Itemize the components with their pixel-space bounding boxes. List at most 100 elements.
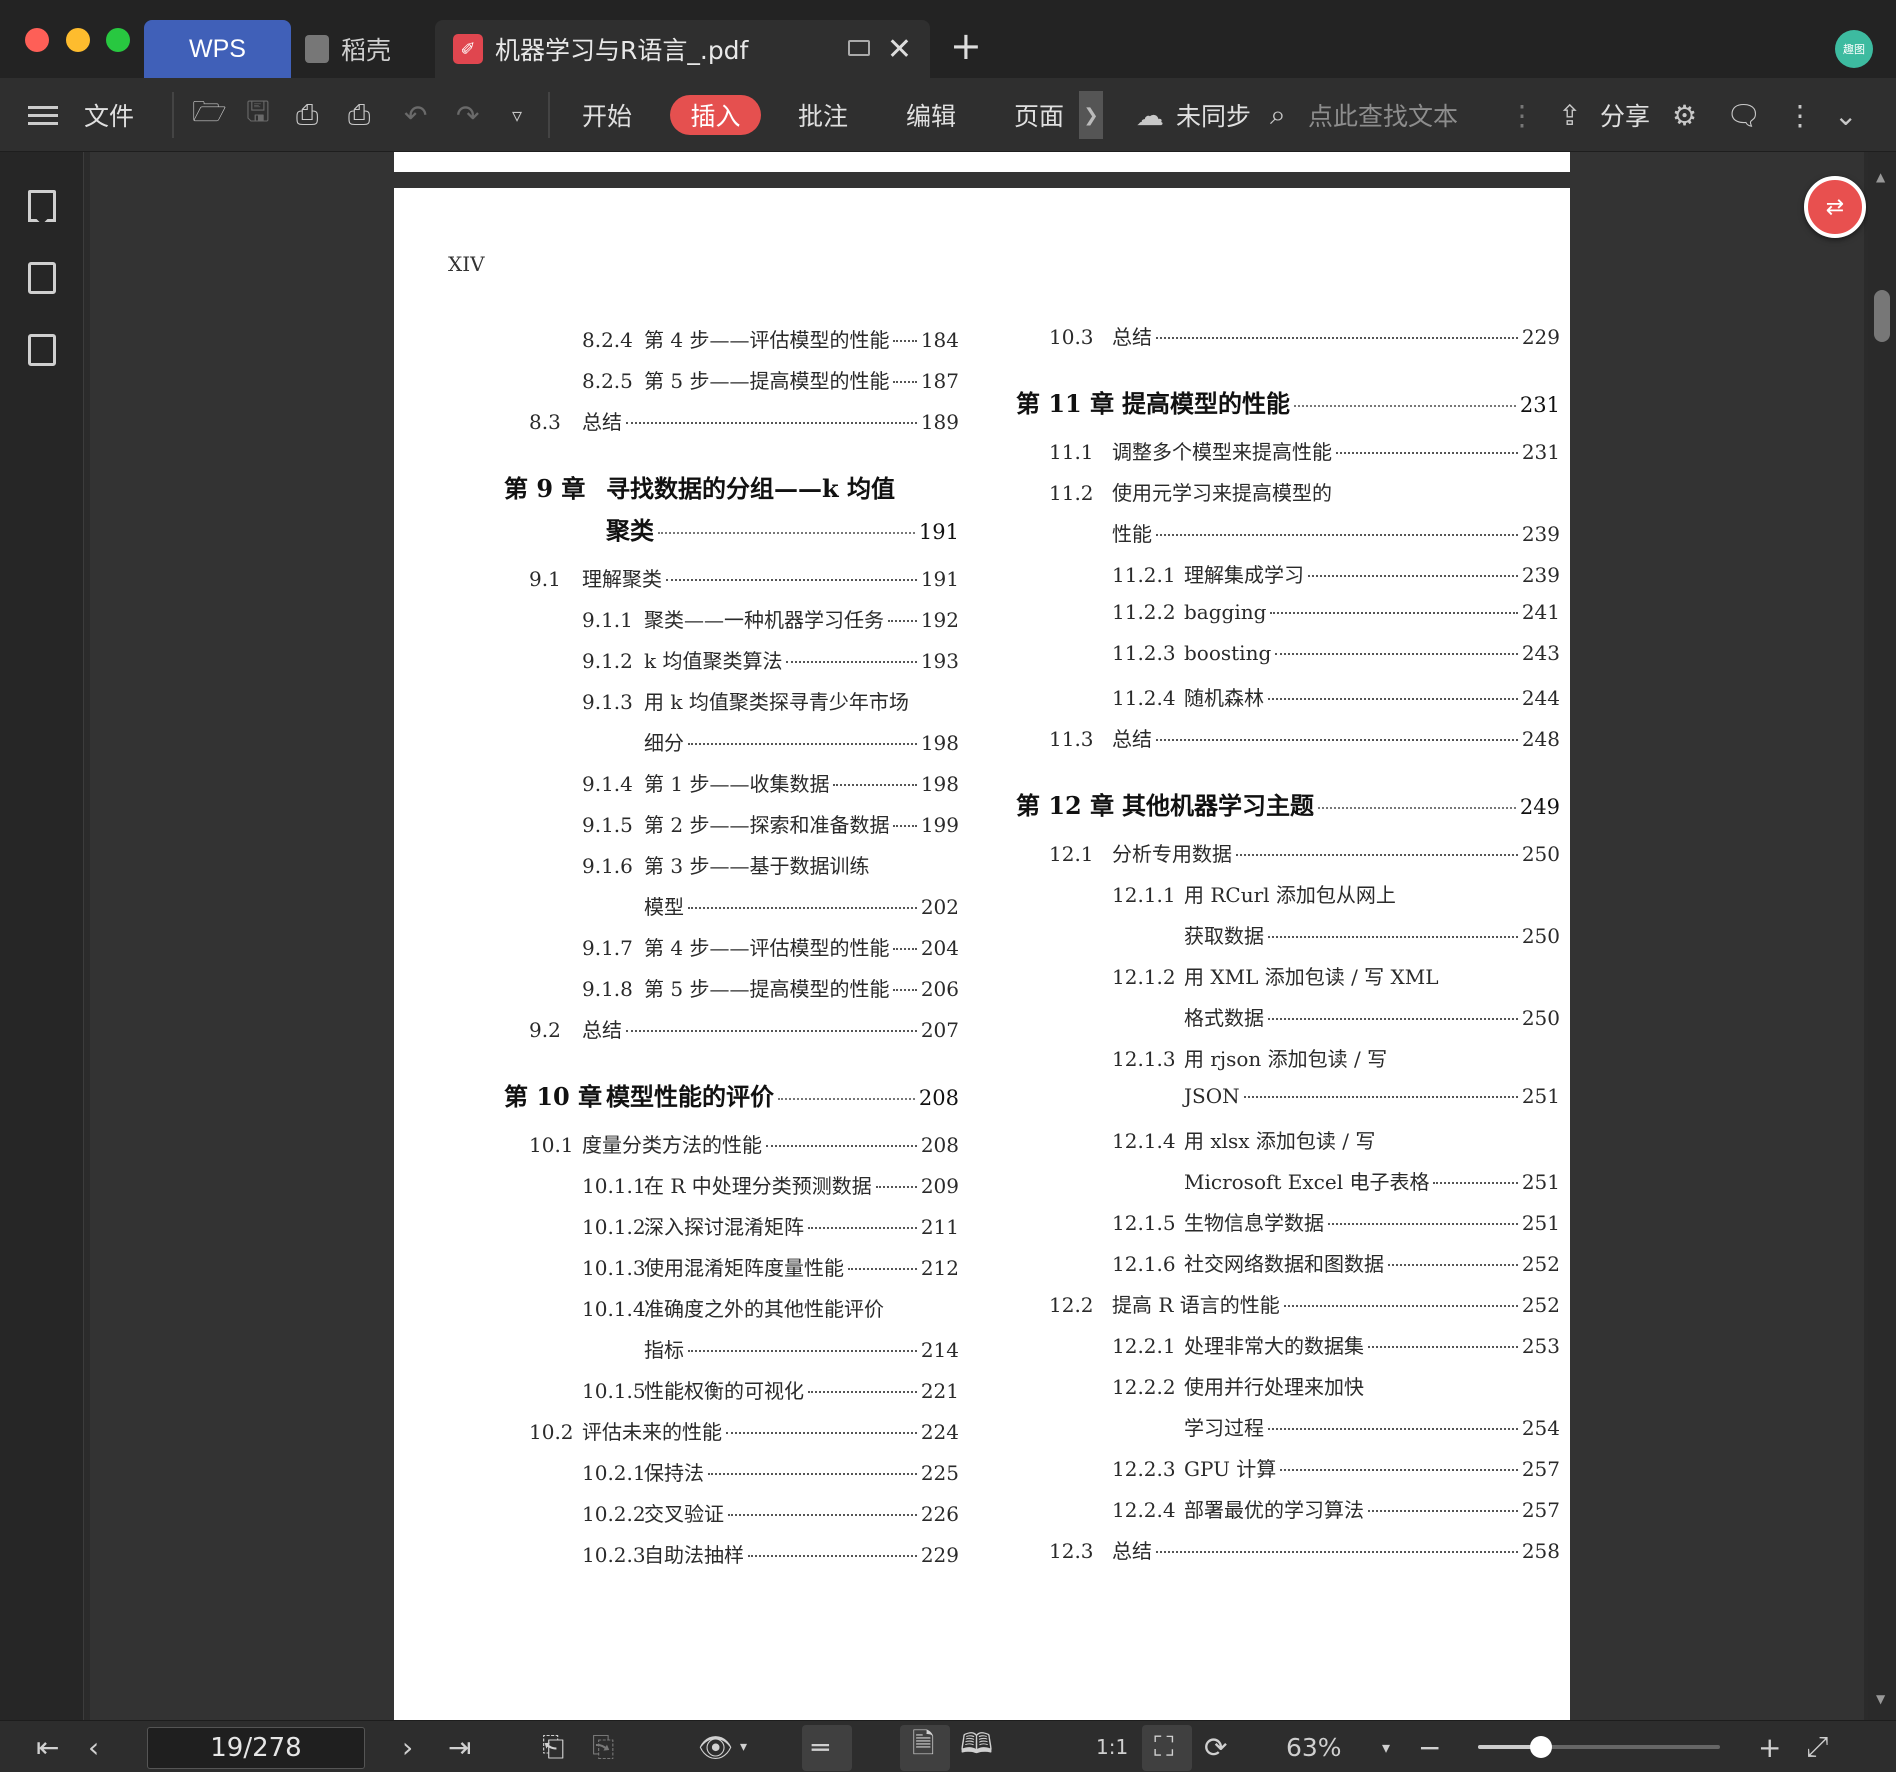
share-button[interactable]: 分享 (1600, 78, 1650, 152)
forward-icon[interactable]: ⎘ (592, 1721, 614, 1772)
toc-number: 11.2.4 (1112, 686, 1176, 710)
thumbnails-icon[interactable] (28, 262, 56, 294)
toc-title: 总结 (1112, 1539, 1152, 1563)
actual-size-icon[interactable]: 1:1 (1096, 1721, 1128, 1772)
toc-leader-dots (748, 1555, 917, 1557)
settings-gear-icon[interactable]: ⚙ (1672, 78, 1697, 152)
screen-icon[interactable] (848, 40, 870, 56)
toc-title: 总结 (582, 1018, 622, 1042)
search-icon[interactable]: ⌕ (1270, 78, 1286, 152)
first-page-icon[interactable]: ⇤ (36, 1721, 59, 1772)
last-page-icon[interactable]: ⇥ (448, 1721, 471, 1772)
more-vertical-icon[interactable]: ⋮ (1508, 78, 1536, 152)
vertical-scrollbar[interactable]: ▲ ▼ (1868, 152, 1896, 1720)
toc-page-number: 224 (920, 1420, 959, 1444)
document-viewport[interactable]: XIV 8.2.4 第 4 步——评估模型的性能 184 8.2.5 第 5 步——提高… (90, 152, 1864, 1720)
sync-status[interactable]: 未同步 (1176, 78, 1251, 152)
zoom-in-icon[interactable]: + (1758, 1721, 1781, 1772)
toc-leader-dots (1318, 807, 1516, 809)
zoom-dropdown-icon[interactable]: ▾ (1382, 1721, 1390, 1772)
dual-page-icon[interactable]: 🕮 (960, 1721, 993, 1772)
toc-entry: 10.1.5 性能权衡的可视化 221 (582, 1375, 959, 1409)
convert-pdf-button[interactable]: ⇄ (1804, 176, 1866, 238)
tab-home[interactable]: 开始 (582, 78, 632, 152)
toc-leader-dots (1268, 1428, 1518, 1430)
continuous-scroll-icon[interactable]: ═ (812, 1721, 829, 1772)
share-icon[interactable]: ⇪ (1558, 78, 1581, 152)
toc-title: 使用并行处理来加快 (1184, 1375, 1364, 1399)
redo-icon[interactable]: ↷ (456, 78, 479, 152)
file-menu-button[interactable]: 文件 (84, 78, 134, 152)
toc-leader-dots (1294, 405, 1516, 407)
zoom-window-button[interactable] (106, 28, 130, 52)
zoom-out-icon[interactable]: − (1418, 1721, 1441, 1772)
minimize-window-button[interactable] (66, 28, 90, 52)
print-icon[interactable]: ⎙ (296, 78, 318, 152)
undo-icon[interactable]: ↶ (404, 78, 427, 152)
tab-insert[interactable]: 插入 (670, 95, 761, 135)
tab-annotate[interactable]: 批注 (798, 78, 848, 152)
rotate-icon[interactable]: ⟳ (1204, 1721, 1227, 1772)
toc-title: 理解集成学习 (1184, 563, 1304, 587)
toc-title: 部署最优的学习算法 (1184, 1498, 1364, 1522)
page-number-input[interactable] (147, 1727, 365, 1769)
more-options-icon[interactable]: ⋮ (1786, 78, 1814, 152)
eye-mode-dropdown-icon[interactable]: ▾ (740, 1721, 747, 1772)
toc-title: 第 2 步——探索和准备数据 (644, 813, 890, 837)
toc-page-number: 198 (920, 772, 959, 796)
print-preview-icon[interactable]: ⎙ (348, 78, 370, 152)
collapse-chevron-icon[interactable]: ⌄ (1834, 78, 1857, 152)
toc-number: 11.2.2 (1112, 600, 1176, 624)
scroll-up-arrow-icon[interactable]: ▲ (1876, 170, 1885, 184)
cloud-sync-icon[interactable]: ☁ (1136, 78, 1164, 152)
toc-entry: 细分 198 (582, 727, 959, 761)
avatar[interactable]: 趣图 (1835, 30, 1873, 68)
next-page-icon[interactable]: › (402, 1721, 413, 1772)
bookmark-icon[interactable] (28, 190, 56, 222)
scrollbar-thumb[interactable] (1874, 290, 1890, 342)
toc-title: k 均值聚类算法 (644, 649, 783, 673)
toc-entry: 10.1.1 在 R 中处理分类预测数据 209 (582, 1170, 959, 1204)
tab-wps[interactable]: WPS (144, 20, 291, 78)
toc-entry: 12.2.4 部署最优的学习算法 257 (1112, 1494, 1560, 1528)
menu-icon[interactable] (28, 78, 60, 152)
zoom-level[interactable]: 63% (1286, 1721, 1342, 1772)
toc-entry: 9.2 总结 207 (529, 1014, 959, 1048)
toc-page-number: 251 (1521, 1211, 1560, 1235)
tab-page[interactable]: 页面 (1014, 78, 1064, 152)
tab-edit[interactable]: 编辑 (906, 78, 956, 152)
toc-entry: 11.2.3 boosting 243 (1112, 641, 1560, 675)
previous-page-icon[interactable]: ‹ (88, 1721, 99, 1772)
toc-title: 提高 R 语言的性能 (1112, 1293, 1280, 1317)
tab-document[interactable]: ✐ 机器学习与R语言_.pdf ✕ (435, 20, 930, 78)
fit-page-icon[interactable]: ⛶ (1154, 1721, 1174, 1772)
back-icon[interactable]: ⎗ (542, 1721, 564, 1772)
toc-number: 8.2.5 (582, 369, 633, 393)
new-tab-button[interactable]: + (950, 24, 982, 68)
toc-number: 11.2.1 (1112, 563, 1176, 587)
fullscreen-icon[interactable]: ⤢ (1806, 1721, 1828, 1772)
chevron-down-icon[interactable]: ▿ (512, 78, 522, 152)
toc-title: Microsoft Excel 电子表格 (1184, 1170, 1430, 1194)
toolbar-divider (172, 92, 174, 138)
toc-number: 11.2 (1049, 481, 1094, 505)
comment-icon[interactable]: 🗨 (1726, 78, 1762, 152)
tab-daoke[interactable]: 稻壳 (305, 20, 425, 78)
save-icon[interactable]: 🖫 (246, 78, 270, 152)
close-tab-icon[interactable]: ✕ (887, 32, 912, 67)
eye-protect-icon[interactable]: 👁 (698, 1721, 734, 1772)
toc-title: 分析专用数据 (1112, 842, 1232, 866)
toc-leader-dots (1308, 575, 1518, 577)
more-tabs-chevron-icon[interactable]: ❯ (1079, 91, 1103, 139)
scroll-down-arrow-icon[interactable]: ▼ (1876, 1692, 1885, 1706)
single-page-icon[interactable]: 🗎 (912, 1721, 935, 1772)
open-folder-icon[interactable]: 🗁 (192, 78, 227, 152)
zoom-slider[interactable] (1478, 1736, 1720, 1758)
signature-icon[interactable] (28, 334, 56, 366)
toc-entry: 9.1 理解聚类 191 (529, 563, 959, 597)
close-window-button[interactable] (25, 28, 49, 52)
zoom-slider-knob[interactable] (1529, 1736, 1552, 1758)
search-input[interactable]: 点此查找文本 (1308, 78, 1458, 152)
left-sidebar (0, 152, 84, 1720)
tab-wps-label: WPS (189, 34, 246, 63)
